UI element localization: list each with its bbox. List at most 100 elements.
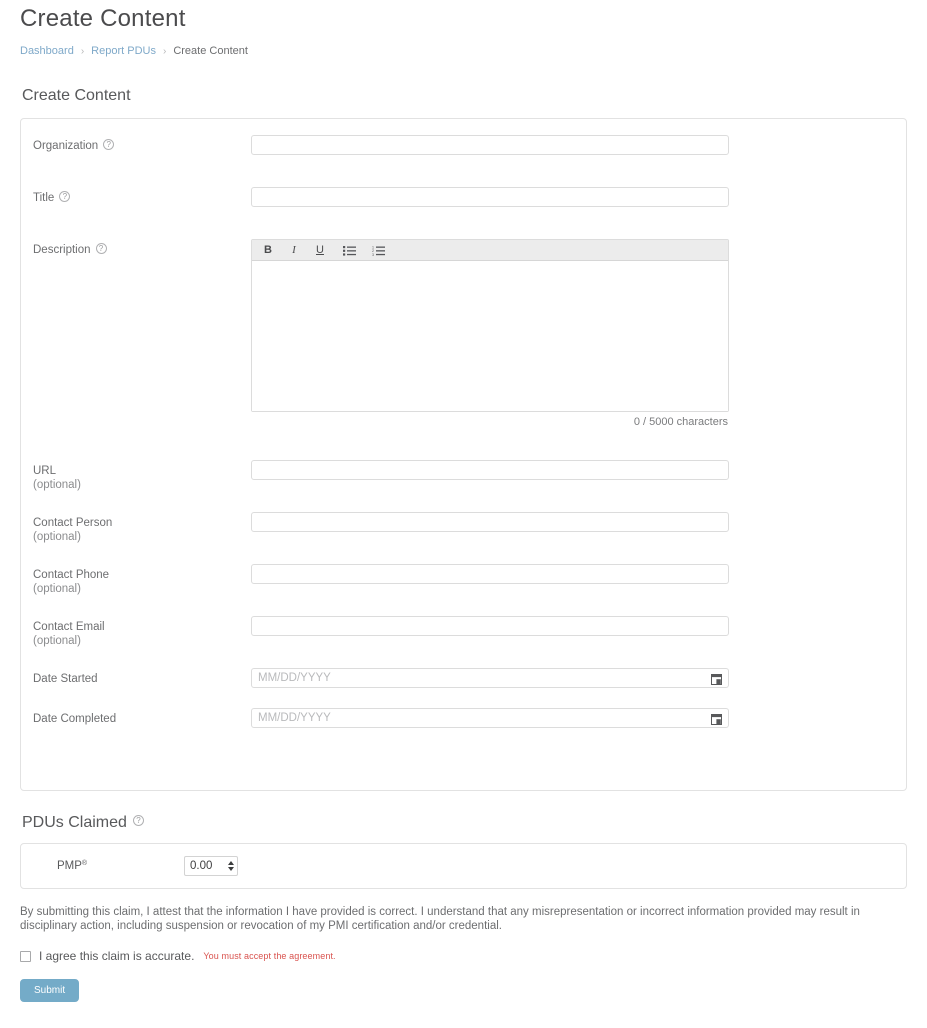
create-content-form-card: Organization Title Description	[20, 118, 907, 791]
label-date-completed: Date Completed	[33, 708, 251, 726]
unordered-list-icon[interactable]	[342, 243, 356, 258]
control-url	[251, 460, 894, 480]
pdu-amount-value: 0.00	[190, 860, 213, 872]
breadcrumb: Dashboard › Report PDUs › Create Content	[20, 44, 907, 58]
label-contact-phone-text: Contact Phone	[33, 569, 110, 581]
label-date-started: Date Started	[33, 668, 251, 686]
ordered-list-icon[interactable]: 1 2 3	[371, 243, 385, 258]
info-icon[interactable]	[132, 815, 144, 826]
control-date-completed	[251, 708, 894, 728]
attestation-text: By submitting this claim, I attest that …	[20, 906, 860, 932]
stepper-arrows-icon[interactable]	[228, 861, 234, 871]
form-row-description: Description B I U	[21, 239, 906, 428]
agree-label: I agree this claim is accurate.	[39, 949, 195, 963]
editor-toolbar: B I U 1 2 3	[252, 240, 728, 261]
breadcrumb-item-create-content: Create Content	[173, 45, 248, 57]
breadcrumb-item-dashboard[interactable]: Dashboard	[20, 45, 74, 57]
label-contact-email-text: Contact Email	[33, 621, 105, 633]
control-contact-email	[251, 616, 894, 636]
underline-icon[interactable]: U	[313, 243, 327, 258]
label-contact-person-text: Contact Person	[33, 517, 113, 529]
control-title	[251, 187, 894, 207]
title-input[interactable]	[251, 187, 729, 207]
info-icon[interactable]	[59, 191, 71, 202]
control-date-started	[251, 668, 894, 688]
description-editor-body[interactable]	[252, 261, 728, 411]
chevron-up-icon[interactable]	[228, 861, 234, 865]
label-url-text: URL	[33, 465, 57, 477]
form-row-url: URL (optional)	[21, 460, 906, 492]
pdu-certification-name: PMP	[57, 860, 82, 872]
description-character-count: 0 / 5000 characters	[633, 416, 728, 428]
control-description: B I U 1 2 3 0 / 5000 characters	[251, 239, 894, 428]
label-date-completed-text: Date Completed	[33, 713, 117, 725]
breadcrumb-separator-icon: ›	[162, 45, 167, 57]
form-row-date-started: Date Started	[21, 668, 906, 688]
section-heading-pdus-claimed: PDUs Claimed	[22, 813, 907, 833]
info-icon[interactable]	[103, 139, 115, 150]
agreement-row: I agree this claim is accurate. You must…	[20, 949, 907, 963]
label-organization: Organization	[33, 135, 251, 153]
info-icon[interactable]	[95, 243, 107, 254]
form-row-contact-person: Contact Person (optional)	[21, 512, 906, 544]
label-contact-email-optional: (optional)	[33, 635, 81, 647]
label-contact-email: Contact Email (optional)	[33, 616, 251, 648]
organization-input[interactable]	[251, 135, 729, 155]
contact-phone-input[interactable]	[251, 564, 729, 584]
form-row-date-completed: Date Completed	[21, 708, 906, 728]
date-started-input[interactable]	[251, 668, 729, 688]
label-contact-phone-optional: (optional)	[33, 583, 81, 595]
control-organization	[251, 135, 894, 155]
label-url-optional: (optional)	[33, 479, 81, 491]
label-contact-person-optional: (optional)	[33, 531, 81, 543]
pdus-claimed-card: PMP® 0.00	[20, 843, 907, 889]
contact-person-input[interactable]	[251, 512, 729, 532]
date-completed-input[interactable]	[251, 708, 729, 728]
label-contact-phone: Contact Phone (optional)	[33, 564, 251, 596]
breadcrumb-separator-icon: ›	[80, 45, 85, 57]
calendar-icon[interactable]	[711, 672, 722, 685]
form-row-contact-phone: Contact Phone (optional)	[21, 564, 906, 596]
control-contact-person	[251, 512, 894, 532]
calendar-icon[interactable]	[711, 712, 722, 725]
agreement-error-message: You must accept the agreement.	[203, 951, 336, 961]
bold-icon[interactable]: B	[261, 243, 275, 258]
form-row-title: Title	[21, 187, 906, 207]
create-content-page: Create Content Dashboard › Report PDUs ›…	[0, 4, 927, 1002]
label-url: URL (optional)	[33, 460, 251, 492]
label-date-started-text: Date Started	[33, 673, 98, 685]
svg-text:3: 3	[372, 252, 374, 255]
pdus-claimed-title: PDUs Claimed	[22, 814, 127, 831]
page-title: Create Content	[20, 5, 186, 32]
italic-icon[interactable]: I	[287, 243, 301, 258]
agree-checkbox[interactable]	[20, 950, 31, 962]
label-contact-person: Contact Person (optional)	[33, 512, 251, 544]
pdu-row-label: PMP®	[57, 860, 184, 872]
label-description-text: Description	[33, 244, 91, 256]
submit-button[interactable]: Submit	[20, 979, 80, 1002]
date-started-field	[251, 668, 729, 688]
form-row-organization: Organization	[21, 135, 906, 155]
label-description: Description	[33, 239, 251, 257]
description-rich-text-editor: B I U 1 2 3	[251, 239, 729, 412]
contact-email-input[interactable]	[251, 616, 729, 636]
registered-trademark-icon: ®	[81, 860, 88, 867]
pdu-amount-stepper[interactable]: 0.00	[184, 856, 238, 876]
url-input[interactable]	[251, 460, 729, 480]
label-organization-text: Organization	[33, 140, 99, 152]
breadcrumb-item-report-pdus[interactable]: Report PDUs	[91, 45, 156, 57]
label-title: Title	[33, 187, 251, 205]
label-title-text: Title	[33, 192, 55, 204]
chevron-down-icon[interactable]	[228, 867, 234, 871]
form-row-contact-email: Contact Email (optional)	[21, 616, 906, 648]
control-contact-phone	[251, 564, 894, 584]
